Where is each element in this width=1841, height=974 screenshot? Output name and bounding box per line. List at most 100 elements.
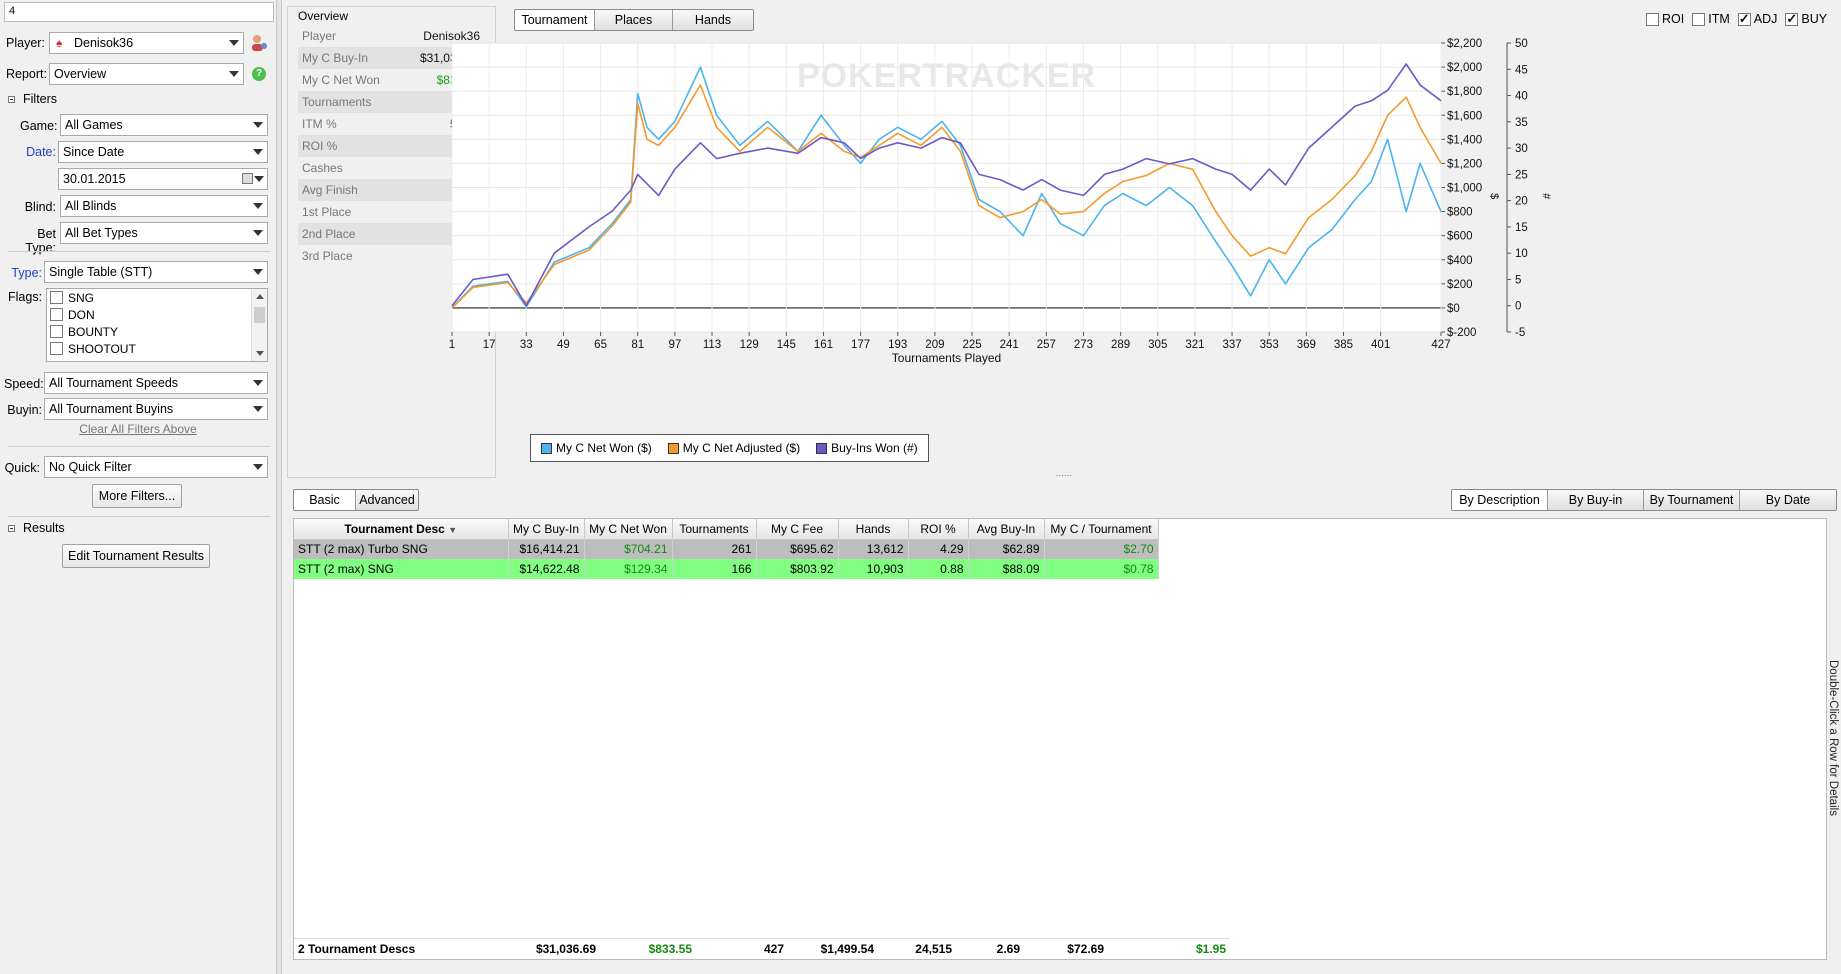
table-cell: STT (2 max) SNG [294,559,509,579]
chevron-down-icon [229,71,239,77]
scroll-thumb[interactable] [254,307,265,323]
edit-tournament-results-button[interactable]: Edit Tournament Results [62,544,210,568]
tab-by-tournament[interactable]: By Tournament [1644,490,1740,510]
tab-advanced[interactable]: Advanced [356,490,418,510]
flag-item[interactable]: SHOOTOUT [47,340,267,357]
overview-title: Overview [296,9,351,23]
table-row[interactable]: STT (2 max) SNG $14,622.48 $129.34 166 $… [294,559,1159,579]
type-label: Type: [11,266,42,280]
y2-tick-label: 45 [1515,64,1528,76]
column-header[interactable]: My C Fee [756,519,839,540]
y2-tick-label: 15 [1515,222,1528,234]
table-row[interactable]: STT (2 max) Turbo SNG $16,414.21 $704.21… [294,539,1159,559]
flags-scrollbar[interactable] [251,289,267,361]
tab-by-buyin[interactable]: By Buy-in [1548,490,1644,510]
flags-list[interactable]: SNG DON BOUNTY SHOOTOUT [46,288,268,362]
column-header[interactable]: Tournament Desc ▼ [294,519,509,540]
divider [8,516,270,517]
legend-item[interactable]: My C Net Adjusted ($) [667,441,800,455]
column-header[interactable]: Tournaments [672,519,757,540]
clear-filters-link[interactable]: Clear All Filters Above [0,422,276,436]
column-header[interactable]: My C Buy-In [508,519,585,540]
checkbox[interactable] [1785,11,1799,27]
blind-select[interactable]: All Blinds [60,195,268,217]
more-filters-button[interactable]: More Filters... [92,484,182,508]
legend-item[interactable]: Buy-Ins Won (#) [816,441,918,455]
report-select-value: Overview [54,67,107,81]
column-header[interactable]: My C Net Won [584,519,673,540]
tab-basic[interactable]: Basic [294,490,356,510]
buyin-select[interactable]: All Tournament Buyins [44,398,268,420]
filters-section-header[interactable]: Filters [8,92,57,106]
x-tick-label: 33 [520,339,533,351]
legend-swatch [667,442,679,454]
top-tab-strip[interactable]: 4 [4,2,274,22]
y-tick-label: $400 [1447,255,1473,267]
scroll-down-icon[interactable] [256,351,264,356]
date-input[interactable]: 30.01.2015 [58,168,268,190]
y2-axis-label: # [1540,193,1552,200]
horizontal-splitter[interactable]: ...... [287,469,1841,480]
buy-check[interactable]: BUY [1785,11,1827,27]
column-header[interactable]: Hands [838,519,909,540]
left-panel-splitter[interactable] [276,0,282,974]
table-cell: $2.70 [1044,539,1159,559]
x-tick-label: 129 [740,339,759,351]
bettype-select[interactable]: All Bet Types [60,222,268,244]
table-cell: 13,612 [838,539,909,559]
checkbox[interactable] [50,308,63,321]
tab-by-description[interactable]: By Description [1452,490,1548,510]
date-select-value: Since Date [63,145,125,159]
flag-item[interactable]: BOUNTY [47,323,267,340]
overview-label: 3rd Place [302,249,353,263]
table-cell: 4.29 [908,539,969,559]
column-header[interactable]: Avg Buy-In [968,519,1045,540]
flag-item[interactable]: SNG [47,289,267,306]
checkbox[interactable] [50,291,63,304]
table-cell: STT (2 max) Turbo SNG [294,539,509,559]
table-cell: 0.88 [908,559,969,579]
speed-select[interactable]: All Tournament Speeds [44,372,268,394]
column-header[interactable]: ROI % [908,519,969,540]
quick-filter-select[interactable]: No Quick Filter [44,456,268,478]
game-select-value: All Games [65,118,123,132]
flag-label: BOUNTY [68,324,119,339]
splitter-grip: ...... [1055,468,1073,479]
y2-tick-label: 10 [1515,248,1528,260]
y2-tick-label: 30 [1515,143,1528,155]
x-tick-label: 273 [1074,339,1093,351]
y-tick-label: $1,200 [1447,158,1482,170]
tab-by-date[interactable]: By Date [1740,490,1836,510]
divider [8,251,270,252]
divider [8,446,270,447]
user-icon[interactable] [250,34,268,52]
chart-area: Tournament Places Hands ROI ITM ADJ BUY … [449,0,1841,470]
y2-tick-label: 40 [1515,91,1528,103]
results-heading: Results [23,521,65,535]
chevron-down-icon [253,269,263,275]
flag-item[interactable]: DON [47,306,267,323]
chevron-down-icon [253,203,263,209]
column-header[interactable]: My C / Tournament [1044,519,1159,540]
blind-label: Blind: [24,200,56,214]
table-cell: $803.92 [756,559,839,579]
totals-cell: 2 Tournament Descs [298,942,416,956]
checkbox[interactable] [50,342,63,355]
scroll-up-icon[interactable] [256,294,264,299]
table-cell: 261 [672,539,757,559]
game-select[interactable]: All Games [60,114,268,136]
help-icon[interactable]: ? [252,67,266,81]
player-select[interactable]: ♠ Denisok36 [49,32,244,54]
table-cell: 10,903 [838,559,909,579]
checkbox[interactable] [50,325,63,338]
type-select[interactable]: Single Table (STT) [44,261,268,283]
report-select[interactable]: Overview [49,63,244,85]
totals-row: 2 Tournament Descs $31,036.69 $833.55 42… [294,938,1230,958]
y-tick-label: $1,600 [1447,110,1482,122]
date-select[interactable]: Since Date [58,141,268,163]
calendar-icon[interactable] [242,173,253,184]
legend-item[interactable]: My C Net Won ($) [541,441,652,455]
buyin-label: Buyin: [7,403,42,417]
results-section-header[interactable]: Results [8,521,65,535]
totals-cell: $31,036.69 [535,942,596,956]
